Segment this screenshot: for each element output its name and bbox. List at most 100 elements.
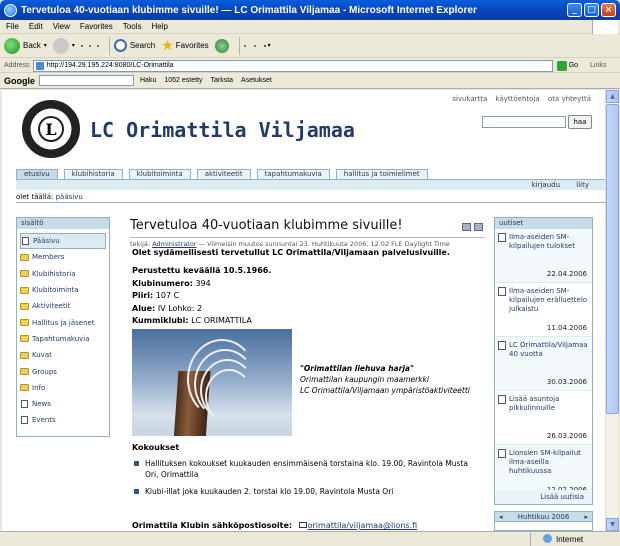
news-item[interactable]: Ilma-aseiden SM-kilpailujen tulokset 22.0…: [495, 229, 592, 283]
meetings-heading: Kokoukset: [132, 443, 180, 452]
list-item: Hallituksen kokoukset kuukauden ensimmäi…: [132, 458, 472, 480]
favorites-button[interactable]: ★ Favorites: [161, 37, 208, 54]
news-item[interactable]: LC Orimattila/Viljamaa 40 vuotta 30.03.20…: [495, 337, 592, 391]
print-icon[interactable]: [474, 223, 483, 231]
news-title: Lionsien SM-kilpailut ilma-aseilla huhti…: [509, 449, 581, 475]
vertical-scrollbar[interactable]: ▲ ▼: [605, 90, 619, 531]
spell-check-button[interactable]: Tarksta: [210, 77, 233, 84]
search-button[interactable]: Search: [113, 39, 155, 52]
back-button[interactable]: Back ▾: [4, 37, 47, 54]
news-title: Ilma-aseiden SM-kilpailujen tulokset: [509, 233, 576, 250]
fact-value: IV Lohko: 2: [157, 303, 203, 313]
menu-file[interactable]: File: [6, 22, 19, 31]
tab-aktiviteetit[interactable]: aktiviteetit: [196, 169, 251, 179]
sitemap-link[interactable]: sivukartta: [452, 95, 487, 103]
tab-etusivu[interactable]: etusivu: [16, 169, 58, 179]
caption-line: Orimattilan kaupungin maamerkki: [300, 375, 429, 384]
nav-item-groups[interactable]: Groups: [20, 363, 106, 379]
news-item-icon: [498, 233, 506, 242]
email-link[interactable]: orimattila/viljamaa@lions.fi: [308, 521, 417, 530]
home-icon[interactable]: [96, 44, 99, 47]
tab-tapahtumakuvia[interactable]: tapahtumakuvia: [256, 169, 330, 179]
nav-item-tapahtumakuvia[interactable]: Tapahtumakuvia: [20, 331, 106, 347]
print-icon[interactable]: [253, 44, 256, 47]
popup-blocked-count[interactable]: 1052 estetty: [164, 77, 202, 84]
author-link[interactable]: Administrator: [152, 240, 196, 248]
menu-view[interactable]: View: [53, 22, 70, 31]
nav-item-paasivu[interactable]: Pääsivu: [20, 233, 106, 250]
breadcrumb-current[interactable]: pääsivu: [56, 193, 83, 201]
nav-item-news[interactable]: News: [20, 396, 106, 412]
nav-item-label: Info: [32, 383, 46, 392]
google-search-input[interactable]: [39, 75, 134, 86]
nav-item-label: Klubihistoria: [32, 269, 76, 278]
folder-icon: [20, 368, 29, 376]
menu-help[interactable]: Help: [151, 22, 167, 31]
calendar-next[interactable]: ▸: [584, 512, 588, 521]
stop-icon[interactable]: [80, 44, 83, 47]
history-icon[interactable]: [214, 38, 229, 53]
site-search-input[interactable]: [482, 116, 566, 128]
site-search-button[interactable]: haa: [568, 115, 592, 129]
contact-link[interactable]: ota yhteyttä: [548, 95, 591, 103]
news-box: uutiset Ilma-aseiden SM-kilpailujen tulo…: [494, 217, 593, 505]
edit-icon[interactable]: [263, 44, 266, 47]
nav-item-events[interactable]: Events: [20, 412, 106, 428]
nav-item-klubihistoria[interactable]: Klubihistoria: [20, 266, 106, 282]
login-link[interactable]: kirjaudu: [532, 181, 560, 189]
nav-item-info[interactable]: Info: [20, 380, 106, 396]
close-button[interactable]: ×: [601, 3, 616, 17]
send-email-icon[interactable]: [462, 223, 471, 231]
news-title: Lisää asuntoja pikkulinnuille: [509, 395, 560, 412]
more-news-link[interactable]: Lisää uutisia: [495, 490, 592, 504]
nav-item-label: Pääsivu: [33, 237, 60, 246]
tab-hallitus[interactable]: hallitus ja toimielimet: [335, 169, 428, 179]
nav-item-members[interactable]: Members: [20, 249, 106, 265]
folder-icon: [20, 335, 29, 343]
left-nav: sisältö Pääsivu Members Klubihistoria Kl…: [16, 217, 110, 437]
article-intro: Olet sydämellisesti tervetullut LC Orima…: [132, 248, 450, 257]
menu-favorites[interactable]: Favorites: [80, 22, 113, 31]
lions-logo-letter: L: [38, 116, 64, 142]
tab-klubitoiminta[interactable]: klubitoiminta: [128, 169, 191, 179]
maximize-button[interactable]: □: [584, 3, 599, 17]
mail-icon[interactable]: [243, 44, 246, 47]
fact-label: Piiri:: [132, 291, 154, 300]
scroll-down-icon[interactable]: ▼: [606, 518, 619, 531]
caption-line: LC Orimattila/Viljamaan ympäristöaktivit…: [300, 386, 470, 395]
news-item[interactable]: Lisää asuntoja pikkulinnuille 26.03.2006: [495, 391, 592, 445]
join-link[interactable]: liity: [576, 181, 589, 189]
scroll-up-icon[interactable]: ▲: [606, 90, 619, 103]
address-input[interactable]: http://194.29.195.224:8080/LC-Orimattila: [32, 59, 553, 72]
chevron-down-icon: ▾: [43, 43, 47, 49]
terms-link[interactable]: käyttöehtoja: [496, 95, 540, 103]
google-logo[interactable]: Google: [4, 76, 35, 86]
nav-item-label: Groups: [32, 367, 57, 376]
folder-icon: [20, 302, 29, 310]
nav-item-kuvat[interactable]: Kuvat: [20, 347, 106, 363]
calendar-prev[interactable]: ◂: [499, 512, 503, 521]
go-button[interactable]: Go: [556, 60, 578, 71]
news-date: 22.04.2006: [546, 270, 587, 278]
scroll-thumb[interactable]: [606, 104, 619, 414]
google-search-button[interactable]: Haku: [140, 77, 156, 84]
tab-klubihistoria[interactable]: klubihistoria: [63, 169, 123, 179]
refresh-icon[interactable]: [88, 44, 91, 47]
nav-item-hallitus[interactable]: Hallitus ja jäsenet: [20, 314, 106, 330]
page-icon: [22, 237, 29, 246]
nav-item-aktiviteetit[interactable]: Aktiviteetit: [20, 298, 106, 314]
nav-item-klubitoiminta[interactable]: Klubitoiminta: [20, 282, 106, 298]
meta-modified: — Viimeisin muutos sunnuntai 23. Huhtiku…: [198, 240, 450, 248]
minimize-button[interactable]: _: [567, 3, 582, 17]
news-item[interactable]: Ilma-aseiden SM-kilpailujen erälluettelo…: [495, 283, 592, 337]
menu-tools[interactable]: Tools: [123, 22, 142, 31]
site-title: LC Orimattila Viljamaa: [90, 118, 355, 142]
lions-logo[interactable]: L: [22, 100, 80, 158]
google-settings-button[interactable]: Asetukset: [241, 77, 272, 84]
forward-button[interactable]: ▾: [52, 37, 75, 54]
menu-edit[interactable]: Edit: [29, 22, 43, 31]
article-actions: [459, 223, 483, 231]
folder-icon: [20, 270, 29, 278]
nav-item-label: Events: [32, 416, 56, 425]
links-label[interactable]: Links: [590, 62, 606, 69]
